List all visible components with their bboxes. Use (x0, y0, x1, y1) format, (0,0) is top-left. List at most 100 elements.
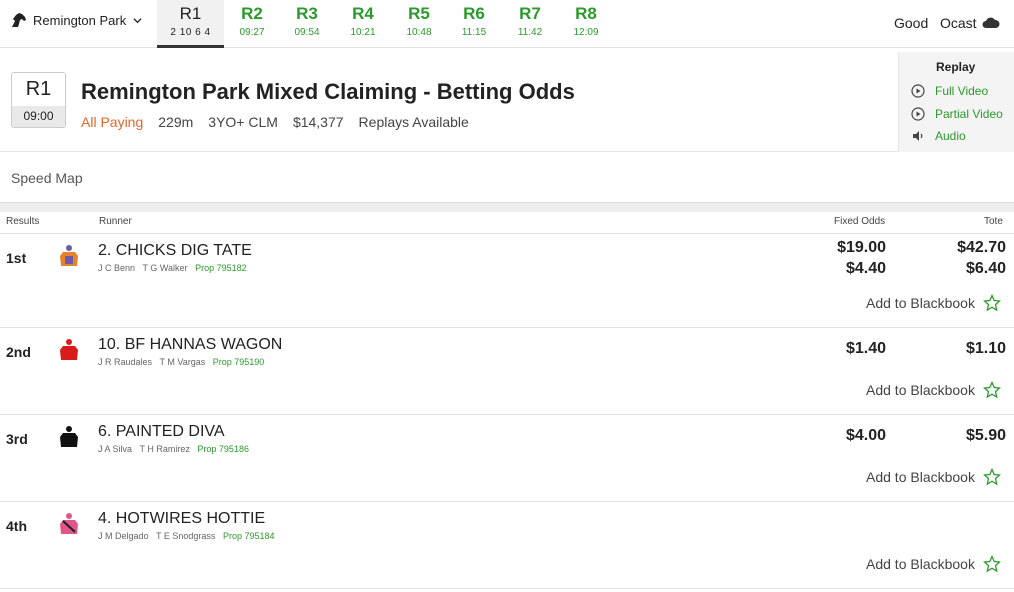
runner-name[interactable]: 2. CHICKS DIG TATE (98, 242, 252, 260)
horse-head-icon (12, 13, 26, 27)
runner-connections: J R Raudales T M Vargas Prop 795190 (98, 357, 264, 367)
race-tab-time: 10:48 (406, 27, 432, 38)
race-tab-number: R6 (463, 4, 485, 23)
full-video-link[interactable]: Full Video (911, 84, 988, 98)
race-tab-r3[interactable]: R3 09:54 (279, 0, 335, 48)
play-circle-icon (911, 84, 925, 98)
trainer-name: T H Ramirez (139, 444, 190, 454)
jockey-name: J R Raudales (98, 357, 153, 367)
ocast-weather: Ocast (940, 15, 1000, 31)
table-row: 4th 4. HOTWIRES HOTTIE J M Delgado T E S… (0, 502, 1014, 589)
race-class: 3YO+ CLM (208, 114, 278, 130)
runner-name[interactable]: 4. HOTWIRES HOTTIE (98, 510, 265, 528)
result-place: 4th (6, 518, 27, 534)
speed-map-toggle[interactable]: Speed Map (11, 170, 83, 186)
ocast-label: Ocast (940, 15, 977, 31)
race-tab-number: R1 (179, 4, 202, 23)
audio-label: Audio (935, 129, 966, 143)
add-to-blackbook-button[interactable]: Add to Blackbook (866, 468, 1001, 486)
header-results: Results (6, 216, 40, 227)
blackbook-label: Add to Blackbook (866, 469, 975, 485)
tote-win[interactable]: $1.10 (916, 340, 1006, 358)
result-place: 2nd (6, 344, 31, 360)
replay-panel: Replay Full Video Partial Video Audio (898, 52, 1014, 152)
jockey-silk-icon (60, 245, 78, 266)
race-tab-r7[interactable]: R7 11:42 (502, 0, 558, 48)
status-badge: All Paying (81, 114, 144, 130)
prop-id: Prop 795182 (195, 263, 247, 273)
star-icon (982, 468, 1001, 486)
runner-name[interactable]: 10. BF HANNAS WAGON (98, 336, 282, 354)
race-tab-time: 11:42 (517, 27, 543, 38)
blackbook-label: Add to Blackbook (866, 556, 975, 572)
race-tab-r2[interactable]: R2 09:27 (224, 0, 280, 48)
race-number-box: R1 09:00 (11, 72, 66, 128)
runner-connections: J C Benn T G Walker Prop 795182 (98, 263, 247, 273)
add-to-blackbook-button[interactable]: Add to Blackbook (866, 381, 1001, 399)
race-tab-time: 09:54 (294, 27, 320, 38)
fixed-odds-win[interactable]: $4.00 (796, 427, 886, 445)
race-tab-time: 10:21 (350, 27, 376, 38)
prop-id: Prop 795184 (222, 531, 275, 541)
prop-id: Prop 795190 (212, 357, 265, 367)
runner-connections: J A Silva T H Ramirez Prop 795186 (98, 444, 249, 454)
race-distance: 229m (158, 114, 194, 130)
race-tab-r8[interactable]: R8 12:09 (558, 0, 614, 48)
speaker-icon (913, 131, 923, 141)
race-meta: All Paying 229m 3YO+ CLM $14,377 Replays… (81, 114, 469, 130)
page-title: Remington Park Mixed Claiming - Betting … (81, 79, 575, 104)
add-to-blackbook-button[interactable]: Add to Blackbook (866, 555, 1001, 573)
runner-name[interactable]: 6. PAINTED DIVA (98, 423, 225, 441)
race-tab-r4[interactable]: R4 10:21 (335, 0, 391, 48)
cloud-icon (982, 17, 1000, 28)
fixed-odds-win[interactable]: $19.00 (796, 239, 886, 257)
race-tab-number: R5 (408, 4, 430, 23)
replays-available: Replays Available (358, 114, 469, 130)
race-tab-number: R4 (352, 4, 374, 23)
race-number: R1 (25, 78, 52, 100)
race-tab-number: R7 (519, 4, 541, 23)
speed-map-section: Speed Map (0, 153, 1014, 202)
tote-place[interactable]: $6.40 (916, 260, 1006, 278)
runner-connections: J M Delgado T E Snodgrass Prop 795184 (98, 531, 274, 541)
race-start-time: 09:00 (12, 106, 65, 127)
race-tab-number: R3 (296, 4, 318, 23)
race-tab-r6[interactable]: R6 11:15 (446, 0, 502, 48)
venue-selector[interactable]: Remington Park (10, 12, 142, 28)
table-row: 2nd 10. BF HANNAS WAGON J R Raudales T M… (0, 328, 1014, 415)
race-tab-r1[interactable]: R1 2 10 6 4 (157, 0, 224, 48)
trainer-name: T M Vargas (159, 357, 206, 367)
add-to-blackbook-button[interactable]: Add to Blackbook (866, 294, 1001, 312)
audio-link[interactable]: Audio (911, 129, 966, 143)
play-circle-icon (911, 107, 925, 121)
fixed-odds-win[interactable]: $1.40 (796, 340, 886, 358)
race-header: R1 09:00 Remington Park Mixed Claiming -… (0, 52, 1014, 152)
jockey-name: J M Delgado (98, 531, 149, 541)
header-runner: Runner (99, 216, 132, 227)
fixed-odds-place[interactable]: $4.40 (796, 260, 886, 278)
result-place: 3rd (6, 431, 28, 447)
full-video-label: Full Video (935, 84, 989, 98)
section-divider (0, 202, 1014, 212)
race-tab-result: 2 10 6 4 (170, 27, 211, 38)
jockey-silk-icon (60, 426, 78, 447)
race-tab-time: 09:27 (239, 27, 265, 38)
blackbook-label: Add to Blackbook (866, 295, 975, 311)
race-nav-bar: Remington Park R1 2 10 6 4 R2 09:27 R3 0… (0, 0, 1014, 48)
result-place: 1st (6, 250, 27, 266)
table-row: 3rd 6. PAINTED DIVA J A Silva T H Ramire… (0, 415, 1014, 502)
race-tab-time: 12:09 (573, 27, 599, 38)
jockey-silk-icon (60, 339, 78, 360)
race-tab-number: R8 (575, 4, 597, 23)
star-icon (982, 294, 1001, 312)
track-condition: Good (894, 15, 929, 31)
partial-video-link[interactable]: Partial Video (911, 107, 1003, 121)
replay-title: Replay (936, 60, 976, 74)
tote-win[interactable]: $5.90 (916, 427, 1006, 445)
race-tab-number: R2 (241, 4, 263, 23)
star-icon (982, 555, 1001, 573)
race-tab-r5[interactable]: R5 10:48 (391, 0, 447, 48)
jockey-silk-icon (60, 513, 78, 534)
race-tab-time: 11:15 (461, 27, 487, 38)
tote-win[interactable]: $42.70 (916, 239, 1006, 257)
